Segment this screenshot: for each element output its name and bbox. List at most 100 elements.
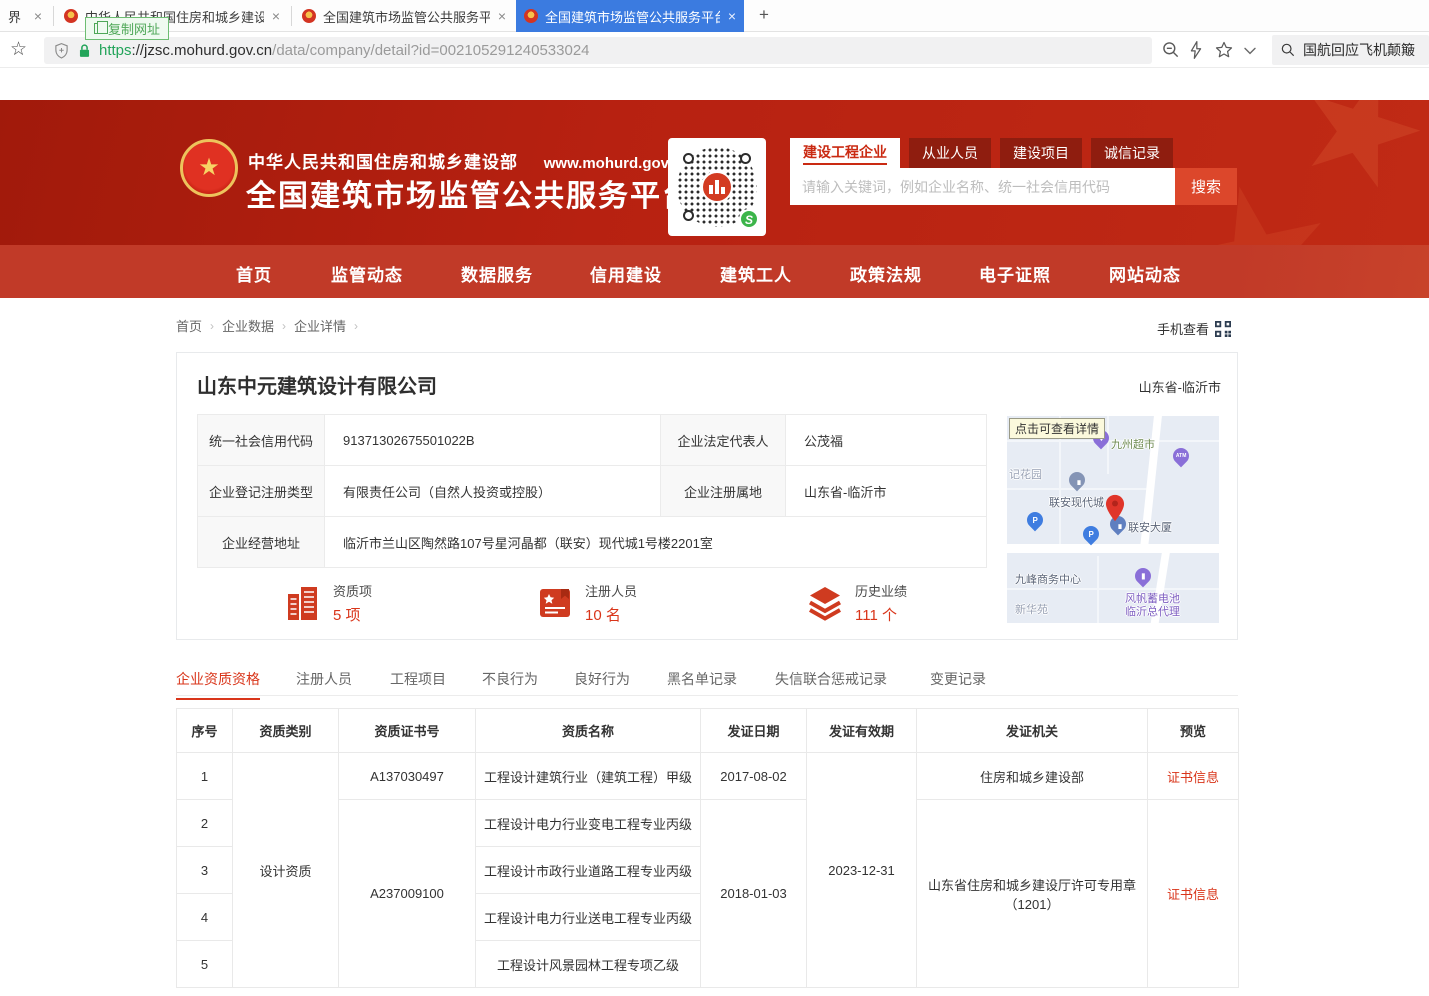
page: 界 × 中华人民共和国住房和城乡建设 × 全国建筑市场监管公共服务平台 × 全国…	[0, 0, 1429, 996]
nav-item-home[interactable]: 首页	[236, 261, 272, 286]
browser-tab-jzsc[interactable]: 全国建筑市场监管公共服务平台 ×	[294, 0, 514, 32]
stat-value: 5 项	[333, 604, 372, 625]
lightning-icon[interactable]	[1186, 40, 1206, 60]
certificate-info-link[interactable]: 证书信息	[1148, 800, 1239, 988]
issuing-authority: 住房和城乡建设部	[917, 753, 1148, 800]
table-row: 企业经营地址 临沂市兰山区陶然路107号星河晶都（联安）现代城1号楼2201室	[198, 517, 987, 568]
stat-label: 历史业绩	[855, 581, 907, 600]
breadcrumb-company-data[interactable]: 企业数据	[222, 316, 274, 335]
tab-projects[interactable]: 工程项目	[390, 669, 446, 689]
breadcrumb-company-detail[interactable]: 企业详情	[294, 316, 346, 335]
search-tab-enterprise[interactable]: 建设工程企业	[790, 138, 900, 168]
chevron-down-icon[interactable]	[1240, 40, 1260, 60]
copy-url-tooltip-text: 复制网址	[108, 19, 160, 38]
site-favicon-icon	[524, 9, 538, 23]
row-no: 3	[177, 847, 233, 894]
main-nav: 首页 监管动态 数据服务 信用建设 建筑工人 政策法规 电子证照 网站动态	[0, 245, 1429, 298]
mobile-view-label: 手机查看	[1157, 319, 1209, 338]
zoom-out-icon[interactable]	[1161, 40, 1181, 60]
url-field[interactable]: https://jzsc.mohurd.gov.cn/data/company/…	[44, 37, 1152, 64]
tab-divider	[53, 6, 54, 26]
field-label: 统一社会信用代码	[198, 415, 325, 466]
map-tooltip: 点击可查看详情	[1009, 418, 1105, 439]
nav-item-credit[interactable]: 信用建设	[590, 261, 662, 286]
building-icon	[285, 584, 321, 622]
search-tab-credit[interactable]: 诚信记录	[1091, 138, 1173, 168]
map-marker-icon: ▮	[1132, 565, 1155, 588]
breadcrumb-sep-icon: ›	[354, 319, 358, 333]
issue-date: 2018-01-03	[701, 800, 807, 988]
table-row: 企业登记注册类型 有限责任公司（自然人投资或控股） 企业注册属地 山东省-临沂市	[198, 466, 987, 517]
map-label-modern-city: 联安现代城	[1049, 494, 1104, 510]
business-address-value: 临沂市兰山区陶然路107号星河晶都（联安）现代城1号楼2201室	[325, 517, 987, 568]
map-label-supermarket: 九州超市	[1111, 436, 1155, 452]
shield-icon[interactable]	[54, 42, 69, 59]
favorite-star-icon[interactable]	[1214, 40, 1234, 60]
table-row: 统一社会信用代码 91371302675501022B 企业法定代表人 公茂福	[198, 415, 987, 466]
tab-dishonesty-records[interactable]: 失信联合惩戒记录	[775, 669, 887, 689]
stat-historical-performance: 历史业绩 111 个	[807, 581, 907, 625]
map-label-garden: 记花园	[1009, 466, 1042, 482]
search-button[interactable]: 搜索	[1175, 168, 1237, 205]
close-icon[interactable]: ×	[272, 8, 280, 24]
map-label-business-center: 九峰商务中心	[1015, 571, 1081, 587]
detail-tabs: 企业资质资格 注册人员 工程项目 不良行为 良好行为 黑名单记录 失信联合惩戒记…	[176, 665, 1238, 696]
nav-item-workers[interactable]: 建筑工人	[720, 261, 792, 286]
company-info-table: 统一社会信用代码 91371302675501022B 企业法定代表人 公茂福 …	[197, 414, 987, 568]
nav-item-data-service[interactable]: 数据服务	[461, 261, 533, 286]
certificate-info-link[interactable]: 证书信息	[1148, 753, 1239, 800]
search-tab-personnel[interactable]: 从业人员	[909, 138, 991, 168]
ministry-name: 中华人民共和国住房和城乡建设部	[248, 153, 518, 172]
tab-qualifications[interactable]: 企业资质资格	[176, 669, 260, 700]
qualification-name: 工程设计电力行业送电工程专业丙级	[476, 894, 701, 941]
nav-item-license[interactable]: 电子证照	[979, 261, 1051, 286]
ministry-line: 中华人民共和国住房和城乡建设部 www.mohurd.gov.cn	[248, 148, 690, 173]
col-header: 序号	[177, 709, 233, 753]
keyword-search-input[interactable]	[790, 168, 1175, 205]
qualification-name: 工程设计电力行业变电工程专业丙级	[476, 800, 701, 847]
cert-number: A137030497	[339, 753, 476, 800]
search-tab-project[interactable]: 建设项目	[1000, 138, 1082, 168]
qr-finder-icon	[683, 153, 694, 164]
close-icon[interactable]: ×	[728, 8, 736, 24]
quick-search-text: 国航回应飞机颠簸	[1303, 40, 1415, 60]
tab-blacklist[interactable]: 黑名单记录	[667, 669, 737, 689]
row-no: 5	[177, 941, 233, 988]
close-icon[interactable]: ×	[498, 8, 506, 24]
tab-bad-behavior[interactable]: 不良行为	[482, 669, 538, 689]
stat-qualifications: 资质项 5 项	[285, 581, 372, 625]
browser-tab-partial[interactable]: 界 ×	[0, 0, 50, 32]
search-icon	[1280, 42, 1296, 58]
national-emblem-logo: ★	[180, 139, 238, 197]
registration-region-value: 山东省-临沂市	[786, 466, 987, 517]
mobile-view[interactable]: 手机查看	[1157, 319, 1231, 338]
nav-item-site-news[interactable]: 网站动态	[1109, 261, 1181, 286]
issuing-authority: 山东省住房和城乡建设厅许可专用章 （1201）	[917, 800, 1148, 988]
tab-change-records[interactable]: 变更记录	[930, 669, 986, 689]
close-icon[interactable]: ×	[34, 8, 42, 24]
authority-line: 山东省住房和城乡建设厅许可专用章	[923, 875, 1141, 894]
company-name: 山东中元建筑设计有限公司	[197, 370, 437, 399]
search-tab-label: 建设工程企业	[803, 142, 887, 165]
location-pin-icon	[1105, 494, 1125, 522]
nav-item-supervision[interactable]: 监管动态	[331, 261, 403, 286]
bookmark-star-icon[interactable]: ☆	[10, 38, 27, 61]
new-tab-button[interactable]: +	[754, 5, 774, 25]
mini-program-icon: S	[739, 209, 759, 229]
tab-title: 全国建筑市场监管公共服务平台	[545, 7, 720, 26]
tab-good-behavior[interactable]: 良好行为	[574, 669, 630, 689]
location-map[interactable]: 点击可查看详情 ♦ 九州超市 ATM 记花园 ▗ 联安现代城 ▗ 联安大厦 P …	[1007, 416, 1219, 623]
qr-pattern: S	[677, 147, 757, 227]
browser-tab-active[interactable]: 全国建筑市场监管公共服务平台 ×	[516, 0, 744, 32]
certificate-icon	[537, 585, 573, 621]
breadcrumb-home[interactable]: 首页	[176, 316, 202, 335]
quick-search-box[interactable]: 国航回应飞机颠簸	[1272, 35, 1429, 65]
stat-value: 10 名	[585, 604, 637, 625]
tab-registered-personnel[interactable]: 注册人员	[296, 669, 352, 689]
parking-icon: P	[1080, 523, 1103, 546]
qr-center-logo	[701, 171, 733, 203]
table-row: 1 设计资质 A137030497 工程设计建筑行业（建筑工程）甲级 2017-…	[177, 753, 1239, 800]
col-header: 资质类别	[233, 709, 339, 753]
nav-item-policy[interactable]: 政策法规	[850, 261, 922, 286]
layers-icon	[807, 585, 843, 621]
